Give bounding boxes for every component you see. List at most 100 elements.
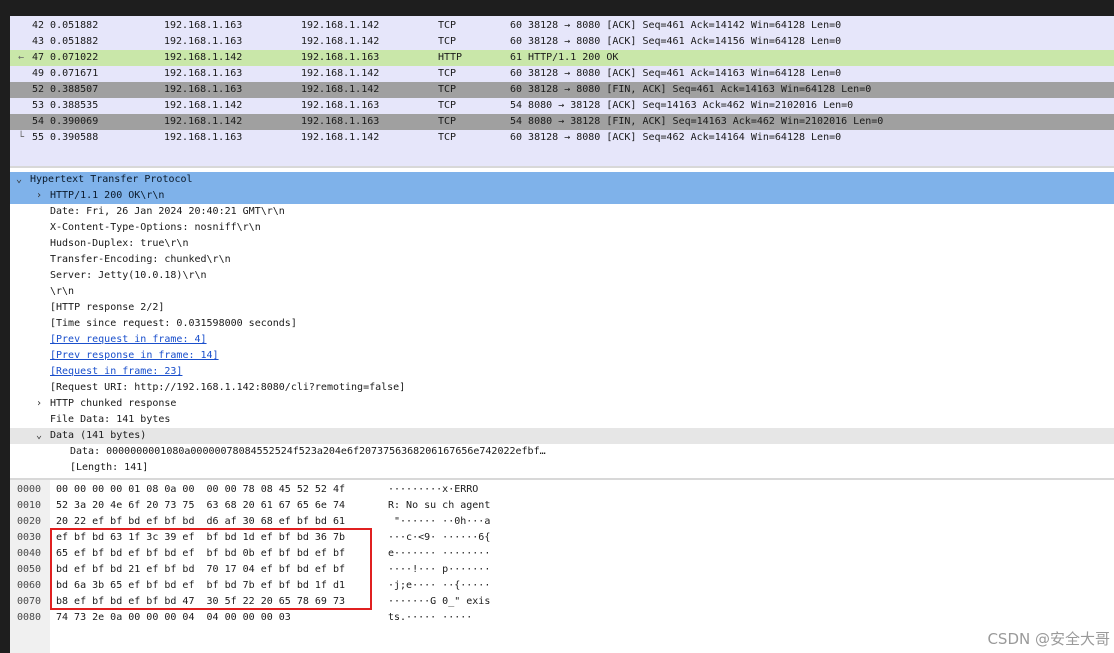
collapse-arrow-icon[interactable]: ⌄ xyxy=(14,172,24,188)
tree-item[interactable]: Transfer-Encoding: chunked\r\n xyxy=(10,252,1114,268)
tree-item[interactable]: ⌄ Hypertext Transfer Protocol xyxy=(10,172,1114,188)
hex-row[interactable]: 0060 bd 6a 3b 65 ef bf bd ef bf bd 7b ef … xyxy=(10,578,1114,594)
tree-item[interactable]: \r\n xyxy=(10,284,1114,300)
ascii-text: ·······G 0_" exis xyxy=(388,596,491,607)
packet-number-time: 47 0.071022 xyxy=(32,52,99,63)
tree-item-label: HTTP chunked response xyxy=(50,398,177,409)
packet-row[interactable]: 42 0.051882 192.168.1.163 192.168.1.142 TCP… xyxy=(10,18,1114,34)
expand-arrow-icon[interactable]: › xyxy=(34,188,44,204)
top-strip xyxy=(0,0,1114,16)
offset: 0050 xyxy=(17,564,42,575)
packet-number-time: 42 0.051882 xyxy=(32,20,99,31)
info: 61 HTTP/1.1 200 OK xyxy=(510,52,619,63)
hex-row[interactable]: 0080 74 73 2e 0a 00 00 00 04 04 00 00 00 … xyxy=(10,610,1114,626)
tree-item[interactable]: [Length: 141] xyxy=(10,460,1114,476)
tree-item-label: Data: 0000000001080a00000078084552524f52… xyxy=(70,446,546,457)
expand-arrow-icon[interactable]: › xyxy=(34,396,44,412)
protocol: TCP xyxy=(438,68,457,79)
tree-item[interactable]: Data: 0000000001080a00000078084552524f52… xyxy=(10,444,1114,460)
packet-row[interactable]: 43 0.051882 192.168.1.163 192.168.1.142 TCP… xyxy=(10,34,1114,50)
hex-row[interactable]: 0030 ef bf bd 63 1f 3c 39 ef bf bd 1d ef … xyxy=(10,530,1114,546)
gutter xyxy=(18,66,26,82)
gutter xyxy=(18,82,26,98)
destination-address: 192.168.1.163 xyxy=(301,116,380,127)
info: 60 38128 → 8080 [ACK] Seq=461 Ack=14142 … xyxy=(510,20,842,31)
tree-item[interactable]: › HTTP chunked response xyxy=(10,396,1114,412)
tree-item-label: Data (141 bytes) xyxy=(50,430,147,441)
frame-link[interactable]: [Prev response in frame: 14] xyxy=(50,348,219,364)
tree-item-label: HTTP/1.1 200 OK\r\n xyxy=(50,190,165,201)
tree-item-label: Transfer-Encoding: chunked\r\n xyxy=(50,254,231,265)
destination-address: 192.168.1.142 xyxy=(301,68,380,79)
hex-row[interactable]: 0010 52 3a 20 4e 6f 20 73 75 63 68 20 61 … xyxy=(10,498,1114,514)
source-address: 192.168.1.163 xyxy=(164,36,243,47)
hex-row[interactable]: 0020 20 22 ef bf bd ef bf bd d6 af 30 68 … xyxy=(10,514,1114,530)
tree-item[interactable]: Date: Fri, 26 Jan 2024 20:40:21 GMT\r\n xyxy=(10,204,1114,220)
offset: 0000 xyxy=(17,484,42,495)
tree-item-label: Hypertext Transfer Protocol xyxy=(30,174,193,185)
packet-details-tree[interactable]: ⌄ Hypertext Transfer Protocol › HTTP/1.1 20… xyxy=(10,168,1114,478)
source-address: 192.168.1.142 xyxy=(164,116,243,127)
offset: 0070 xyxy=(17,596,42,607)
tree-item-label: [Length: 141] xyxy=(70,462,149,473)
source-address: 192.168.1.163 xyxy=(164,20,243,31)
offset: 0010 xyxy=(17,500,42,511)
ascii-text: ·j;e···· ··{····· xyxy=(388,580,491,591)
frame-link[interactable]: [Prev request in frame: 4] xyxy=(50,332,207,348)
tree-item[interactable]: Hudson-Duplex: true\r\n xyxy=(10,236,1114,252)
hex-bytes: 74 73 2e 0a 00 00 00 04 04 00 00 00 03 xyxy=(56,612,291,623)
wireshark-window: 42 0.051882 192.168.1.163 192.168.1.142 TCP… xyxy=(10,16,1114,653)
tree-item[interactable]: ⌄ Data (141 bytes) xyxy=(10,428,1114,444)
packet-row[interactable]: └ 55 0.390588 192.168.1.163 192.168.1.142 TC… xyxy=(10,130,1114,146)
hex-bytes: 00 00 00 00 01 08 0a 00 00 00 78 08 45 5… xyxy=(56,484,345,495)
ascii-text: ····!··· p······· xyxy=(388,564,491,575)
tree-item-label: Date: Fri, 26 Jan 2024 20:40:21 GMT\r\n xyxy=(50,206,285,217)
packet-number-time: 55 0.390588 xyxy=(32,132,99,143)
offset: 0030 xyxy=(17,532,42,543)
hex-bytes: bd 6a 3b 65 ef bf bd ef bf bd 7b ef bf b… xyxy=(56,580,345,591)
tree-item-label: Hudson-Duplex: true\r\n xyxy=(50,238,189,249)
tree-item-label: \r\n xyxy=(50,286,75,297)
protocol: TCP xyxy=(438,36,457,47)
hex-bytes: 20 22 ef bf bd ef bf bd d6 af 30 68 ef b… xyxy=(56,516,345,527)
frame-link[interactable]: [Request in frame: 23] xyxy=(50,364,182,380)
hex-row[interactable]: 0000 00 00 00 00 01 08 0a 00 00 00 78 08 … xyxy=(10,482,1114,498)
packet-list[interactable]: 42 0.051882 192.168.1.163 192.168.1.142 TCP… xyxy=(10,16,1114,166)
offset: 0020 xyxy=(17,516,42,527)
tree-item[interactable]: [HTTP response 2/2] xyxy=(10,300,1114,316)
tree-item[interactable]: [Prev request in frame: 4] xyxy=(10,332,1114,348)
ascii-text: "······ ··0h···a xyxy=(388,516,491,527)
tree-item[interactable]: [Prev response in frame: 14] xyxy=(10,348,1114,364)
tree-item-label: X-Content-Type-Options: nosniff\r\n xyxy=(50,222,261,233)
source-address: 192.168.1.163 xyxy=(164,68,243,79)
ascii-text: ·········x·ERRO xyxy=(388,484,479,495)
packet-row[interactable]: 53 0.388535 192.168.1.142 192.168.1.163 TCP… xyxy=(10,98,1114,114)
destination-address: 192.168.1.142 xyxy=(301,84,380,95)
tree-item[interactable]: [Time since request: 0.031598000 seconds… xyxy=(10,316,1114,332)
collapse-arrow-icon[interactable]: ⌄ xyxy=(34,428,44,444)
destination-address: 192.168.1.142 xyxy=(301,20,380,31)
hex-bytes: bd ef bf bd 21 ef bf bd 70 17 04 ef bf b… xyxy=(56,564,345,575)
tree-item[interactable]: Server: Jetty(10.0.18)\r\n xyxy=(10,268,1114,284)
tree-item[interactable]: File Data: 141 bytes xyxy=(10,412,1114,428)
watermark: CSDN @安全大哥 xyxy=(987,630,1110,648)
packet-row[interactable]: 52 0.388507 192.168.1.163 192.168.1.142 TCP… xyxy=(10,82,1114,98)
tree-item[interactable]: [Request URI: http://192.168.1.142:8080/… xyxy=(10,380,1114,396)
tree-item[interactable]: X-Content-Type-Options: nosniff\r\n xyxy=(10,220,1114,236)
ascii-text: R: No su ch agent xyxy=(388,500,491,511)
ascii-text: ts.····· ····· xyxy=(388,612,473,623)
protocol: TCP xyxy=(438,20,457,31)
hex-bytes: ef bf bd 63 1f 3c 39 ef bf bd 1d ef bf b… xyxy=(56,532,345,543)
packet-row[interactable]: ← 47 0.071022 192.168.1.142 192.168.1.163 HT… xyxy=(10,50,1114,66)
destination-address: 192.168.1.163 xyxy=(301,100,380,111)
hex-row[interactable]: 0050 bd ef bf bd 21 ef bf bd 70 17 04 ef … xyxy=(10,562,1114,578)
gutter xyxy=(18,18,26,34)
hex-row[interactable]: 0040 65 ef bf bd ef bf bd ef bf bd 0b ef … xyxy=(10,546,1114,562)
packet-row[interactable]: 54 0.390069 192.168.1.142 192.168.1.163 TCP… xyxy=(10,114,1114,130)
hex-row[interactable]: 0070 b8 ef bf bd ef bf bd 47 30 5f 22 20 … xyxy=(10,594,1114,610)
packet-row[interactable]: 49 0.071671 192.168.1.163 192.168.1.142 TCP… xyxy=(10,66,1114,82)
protocol: TCP xyxy=(438,100,457,111)
tree-item[interactable]: [Request in frame: 23] xyxy=(10,364,1114,380)
tree-item[interactable]: › HTTP/1.1 200 OK\r\n xyxy=(10,188,1114,204)
packet-bytes-pane[interactable]: 0000 00 00 00 00 01 08 0a 00 00 00 78 08 … xyxy=(10,480,1114,653)
